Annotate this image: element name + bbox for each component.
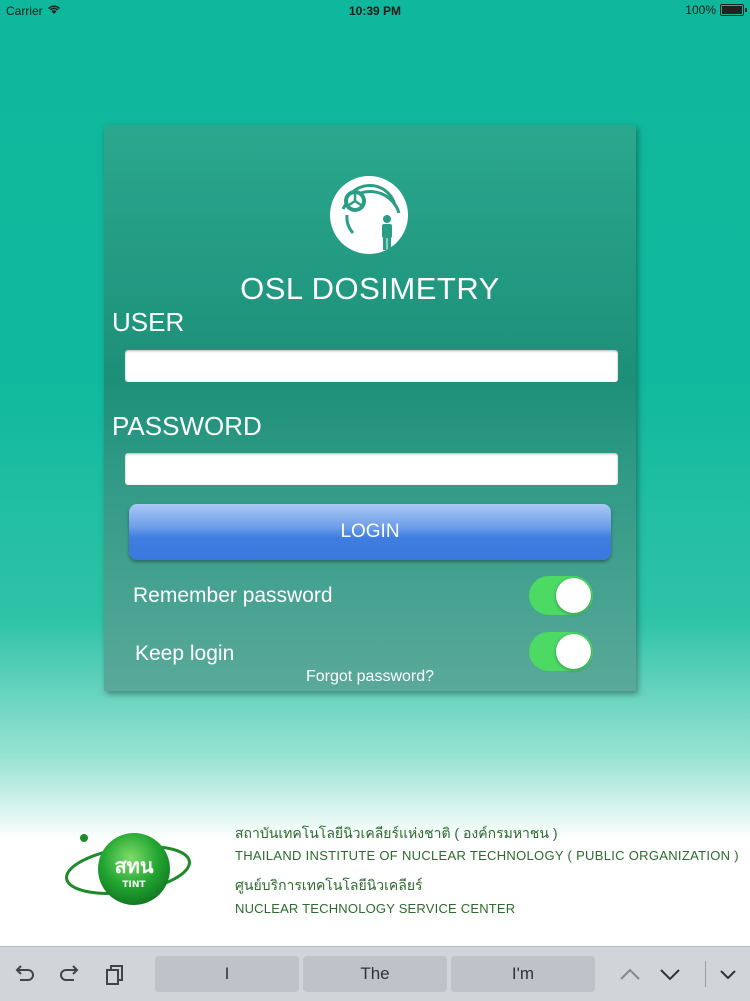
paste-icon[interactable]: [102, 961, 128, 987]
org-name-thai: สถาบันเทคโนโลยีนิวเคลียร์แห่งชาติ ( องค์…: [235, 825, 558, 841]
undo-icon[interactable]: [12, 961, 38, 987]
status-bar: Carrier 10:39 PM 100%: [0, 0, 750, 22]
center-name-thai: ศูนย์บริการเทคโนโลยีนิวเคลียร์: [235, 877, 423, 893]
forgot-password-link[interactable]: Forgot password?: [104, 668, 636, 686]
tint-logo-icon: สทน TINT: [65, 833, 191, 905]
suggestion-3[interactable]: I'm: [451, 956, 595, 992]
chevron-up-icon[interactable]: [615, 961, 645, 987]
remember-password-toggle[interactable]: [529, 576, 593, 615]
password-input[interactable]: [125, 453, 618, 485]
suggestion-2[interactable]: The: [303, 956, 447, 992]
keyboard-shortcut-bar: I The I'm: [0, 946, 750, 1001]
clock: 10:39 PM: [348, 4, 402, 18]
separator: [705, 961, 706, 987]
battery-icon: [720, 4, 747, 16]
user-label: USER: [112, 307, 185, 337]
logo-text: สทน: [114, 854, 153, 878]
app-title: OSL DOSIMETRY: [240, 271, 500, 306]
battery-percent: 100%: [685, 3, 716, 17]
chevron-down-icon[interactable]: [655, 961, 685, 987]
user-input[interactable]: [125, 350, 618, 382]
password-label: PASSWORD: [112, 411, 262, 441]
org-name-english: THAILAND INSTITUTE OF NUCLEAR TECHNOLOGY…: [235, 848, 739, 863]
keep-login-label: Keep login: [135, 642, 235, 665]
battery-indicator: 100%: [685, 3, 747, 17]
toggle-knob: [556, 578, 591, 613]
login-button[interactable]: LOGIN: [129, 504, 611, 560]
suggestion-1[interactable]: I: [155, 956, 299, 992]
dismiss-keyboard-icon[interactable]: [713, 961, 743, 987]
logo-subtext: TINT: [122, 880, 146, 890]
dosimetry-logo-icon: [330, 176, 408, 254]
remember-password-label: Remember password: [133, 584, 333, 607]
redo-icon[interactable]: [56, 961, 82, 987]
center-name-english: NUCLEAR TECHNOLOGY SERVICE CENTER: [235, 901, 516, 916]
toggle-knob: [556, 634, 591, 669]
login-card: OSL DOSIMETRY USER PASSWORD LOGIN Rememb…: [104, 125, 636, 691]
keep-login-toggle[interactable]: [529, 632, 593, 671]
